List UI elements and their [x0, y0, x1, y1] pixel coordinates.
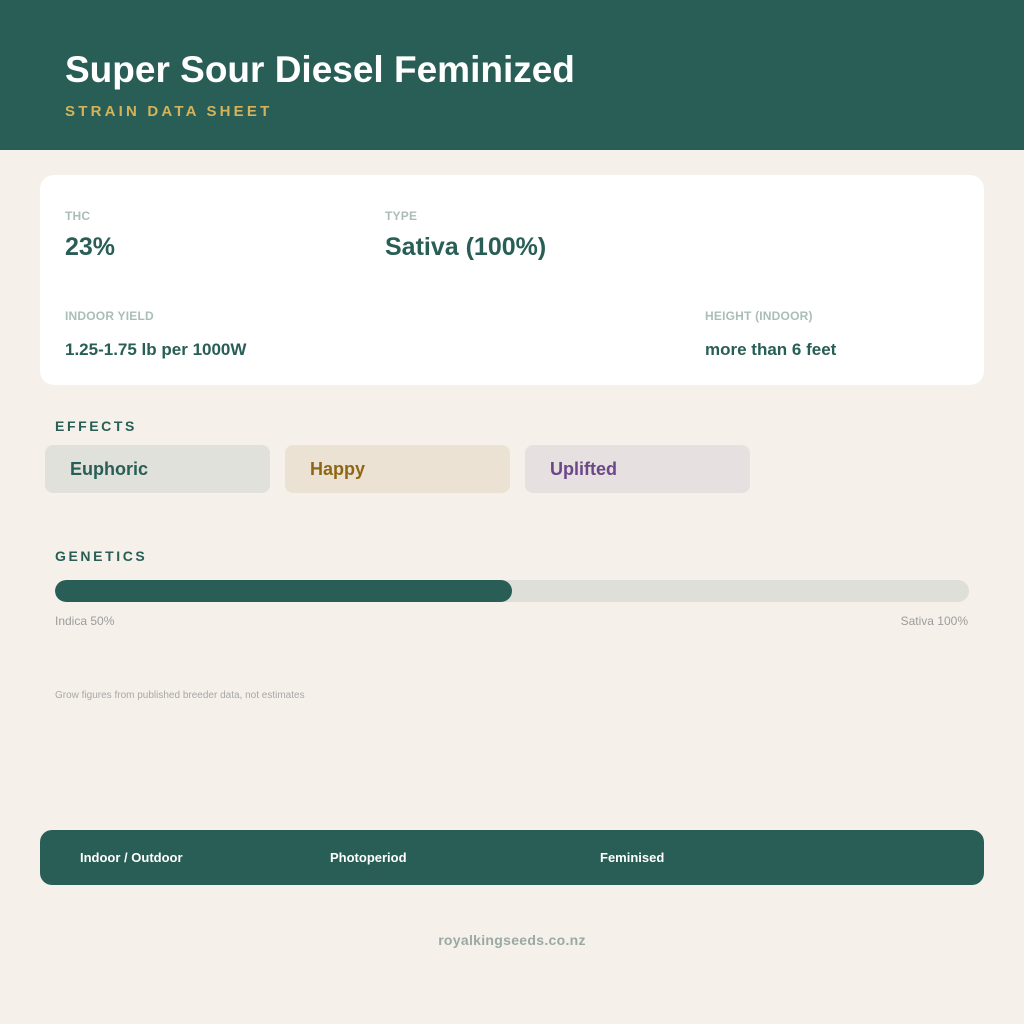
effect-pill-happy: Happy [285, 445, 510, 493]
stat-value-type: Sativa (100%) [385, 233, 547, 261]
stat-indoor-yield: INDOOR YIELD 1.25-1.75 lb per 1000W [65, 309, 246, 360]
stat-value-height-indoor: more than 6 feet [705, 340, 837, 359]
genetics-bar-fill [55, 580, 512, 602]
stat-label-height-indoor: HEIGHT (INDOOR) [705, 309, 813, 323]
genetics-indica-label: Indica 50% [55, 614, 115, 628]
stat-type: TYPE Sativa (100%) [385, 209, 546, 262]
effect-pill-uplifted: Uplifted [525, 445, 750, 493]
footer-item-photoperiod: Photoperiod [330, 850, 407, 865]
effects-heading: EFFECTS [55, 418, 137, 434]
page-title: Super Sour Diesel Feminized [65, 49, 575, 90]
genetics-bar [55, 580, 969, 602]
stat-label-thc: THC [65, 209, 91, 223]
genetics-heading: GENETICS [55, 548, 148, 564]
header-banner: Super Sour Diesel Feminized STRAIN DATA … [0, 0, 1024, 150]
stat-value-indoor-yield: 1.25-1.75 lb per 1000W [65, 340, 247, 359]
stat-height-indoor: HEIGHT (INDOOR) more than 6 feet [705, 309, 836, 360]
stat-value-thc: 23% [65, 233, 116, 261]
stat-label-type: TYPE [385, 209, 418, 223]
footer-item-indoor-outdoor: Indoor / Outdoor [80, 850, 183, 865]
data-source-note: Grow figures from published breeder data… [55, 690, 305, 701]
stats-card: THC 23% TYPE Sativa (100%) INDOOR YIELD … [40, 175, 984, 385]
genetics-sativa-label: Sativa 100% [900, 614, 968, 628]
effect-pill-euphoric: Euphoric [45, 445, 270, 493]
website-link[interactable]: royalkingseeds.co.nz [0, 931, 1024, 949]
stat-thc: THC 23% [65, 209, 115, 262]
page-subtitle: STRAIN DATA SHEET [65, 103, 273, 120]
footer-item-feminised: Feminised [600, 850, 665, 865]
stat-label-indoor-yield: INDOOR YIELD [65, 309, 154, 323]
footer-bar: Indoor / Outdoor Photoperiod Feminised [40, 830, 984, 885]
